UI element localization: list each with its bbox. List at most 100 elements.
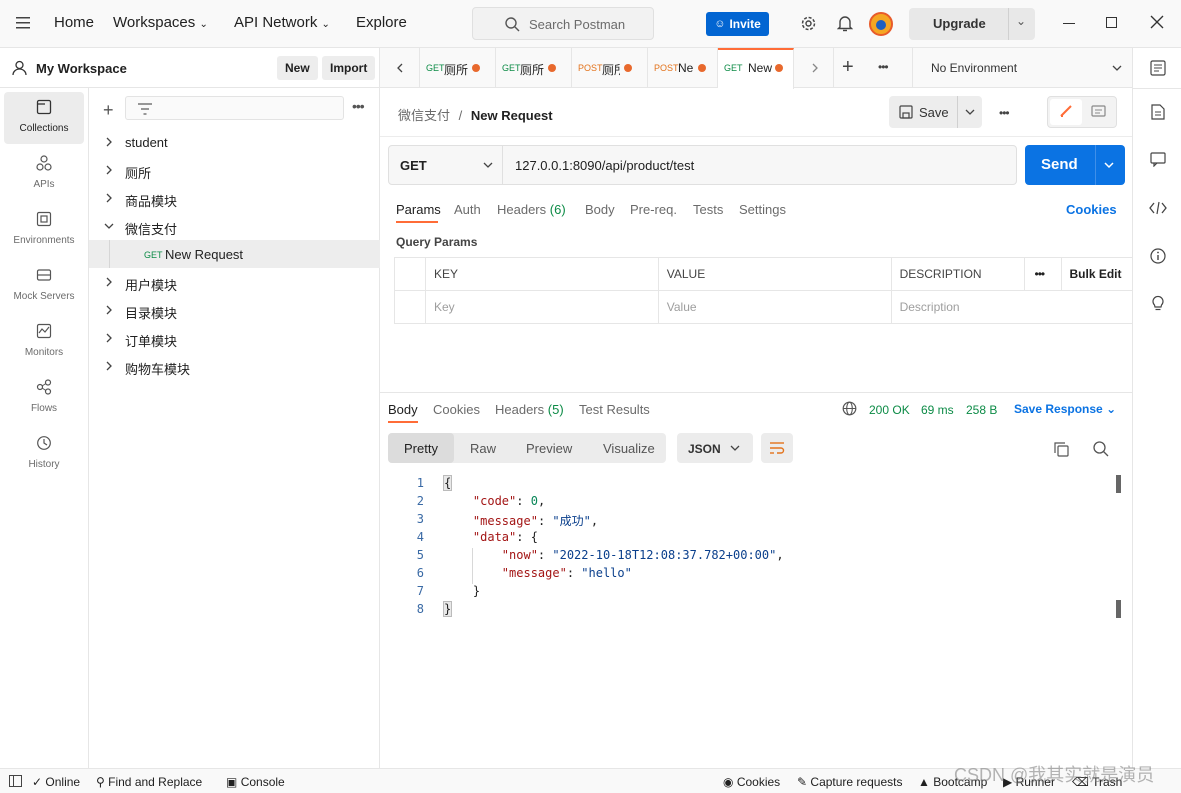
- environment-quick-look-icon[interactable]: [1150, 60, 1166, 76]
- nav-workspaces[interactable]: Workspaces ⌄: [113, 14, 208, 31]
- search-icon[interactable]: [1093, 441, 1109, 457]
- more-options-icon[interactable]: •••: [352, 98, 365, 114]
- import-button[interactable]: Import: [322, 56, 376, 80]
- value-input[interactable]: Value: [657, 290, 892, 324]
- close-icon[interactable]: [1150, 15, 1164, 29]
- url-input[interactable]: 127.0.0.1:8090/api/product/test: [515, 158, 694, 173]
- response-time[interactable]: 69 ms: [921, 403, 954, 417]
- tab-tests[interactable]: Tests: [693, 202, 723, 217]
- tree-item-order[interactable]: 订单模块: [89, 324, 380, 352]
- nav-home[interactable]: Home: [54, 14, 94, 31]
- tabs-more-icon[interactable]: •••: [878, 60, 889, 74]
- view-visualize-button[interactable]: Visualize: [603, 441, 655, 456]
- save-button[interactable]: Save: [889, 96, 957, 128]
- tab-request-4[interactable]: POST Ne: [648, 48, 718, 88]
- scrollbar-thumb[interactable]: [1116, 475, 1121, 493]
- copy-icon[interactable]: [1054, 442, 1069, 457]
- tab-request-2[interactable]: GET 厕所: [496, 48, 572, 88]
- tab-headers[interactable]: Headers (6): [497, 202, 566, 217]
- code-icon[interactable]: [1149, 201, 1167, 215]
- tree-item-goods[interactable]: 商品模块: [89, 184, 380, 212]
- tree-item-new-request[interactable]: GET New Request: [89, 240, 380, 268]
- tab-request-5[interactable]: GET New: [718, 48, 794, 89]
- chevron-down-icon[interactable]: ⌄: [1016, 14, 1026, 28]
- response-tab-test-results[interactable]: Test Results: [579, 402, 650, 417]
- tab-request-3[interactable]: POST 厕所: [572, 48, 648, 88]
- documentation-icon[interactable]: [1151, 104, 1165, 120]
- rail-apis[interactable]: APIs: [4, 148, 84, 200]
- tabs-scroll-right-icon[interactable]: [794, 48, 834, 88]
- status-code[interactable]: 200 OK: [869, 403, 910, 417]
- format-select[interactable]: JSON: [677, 433, 753, 463]
- cookies-link[interactable]: Cookies: [1066, 202, 1117, 217]
- tab-auth[interactable]: Auth: [454, 202, 481, 217]
- toggle-sidebar-icon[interactable]: [9, 775, 22, 787]
- response-size[interactable]: 258 B: [966, 403, 997, 417]
- key-input[interactable]: Key: [424, 290, 659, 324]
- minimize-icon[interactable]: [1063, 23, 1075, 24]
- rail-monitors[interactable]: Monitors: [4, 316, 84, 368]
- tree-item-catalog[interactable]: 目录模块: [89, 296, 380, 324]
- comment-icon[interactable]: [1091, 105, 1106, 119]
- environment-select[interactable]: No Environment: [912, 48, 1132, 88]
- menu-icon[interactable]: [16, 17, 30, 29]
- tabs-scroll-left-icon[interactable]: [380, 48, 420, 88]
- response-tab-cookies[interactable]: Cookies: [433, 402, 480, 417]
- request-more-icon[interactable]: •••: [999, 106, 1010, 120]
- search-box[interactable]: Search Postman: [472, 7, 654, 40]
- column-options-icon[interactable]: •••: [1023, 257, 1062, 291]
- tree-item-cesuo[interactable]: 厕所: [89, 156, 380, 184]
- find-replace-button[interactable]: ⚲ Find and Replace: [96, 775, 202, 789]
- gear-icon[interactable]: [800, 15, 817, 32]
- send-button[interactable]: Send: [1041, 156, 1078, 173]
- filter-input[interactable]: [125, 96, 344, 120]
- rail-history[interactable]: History: [4, 428, 84, 480]
- nav-api-network[interactable]: API Network ⌄: [234, 14, 330, 31]
- console-button[interactable]: ▣ Console: [226, 775, 285, 789]
- lightbulb-icon[interactable]: [1151, 295, 1165, 312]
- avatar[interactable]: [869, 12, 893, 36]
- view-pretty-button[interactable]: Pretty: [388, 433, 454, 463]
- response-tab-headers[interactable]: Headers (5): [495, 402, 564, 417]
- invite-button[interactable]: ☺ Invite: [706, 12, 769, 36]
- tab-params[interactable]: Params: [396, 202, 441, 217]
- maximize-icon[interactable]: [1106, 17, 1117, 28]
- view-raw-button[interactable]: Raw: [470, 441, 496, 456]
- response-tab-body[interactable]: Body: [388, 402, 418, 417]
- tree-item-cart[interactable]: 购物车模块: [89, 352, 380, 380]
- cookies-button[interactable]: ◉ Cookies: [723, 775, 780, 789]
- tree-item-wechat-pay[interactable]: 微信支付: [89, 212, 380, 240]
- wrap-lines-icon[interactable]: [761, 433, 793, 463]
- new-button[interactable]: New: [277, 56, 318, 80]
- tab-request-1[interactable]: GET 厕所: [420, 48, 496, 88]
- rail-mock-servers[interactable]: Mock Servers: [4, 260, 84, 312]
- tab-body[interactable]: Body: [585, 202, 615, 217]
- description-input[interactable]: Description: [890, 290, 1132, 324]
- bell-icon[interactable]: [837, 15, 853, 32]
- globe-icon[interactable]: [842, 401, 857, 416]
- nav-explore[interactable]: Explore: [356, 14, 407, 31]
- chevron-down-icon[interactable]: [965, 109, 975, 116]
- bulk-edit-button[interactable]: Bulk Edit: [1060, 257, 1132, 291]
- tree-item-user[interactable]: 用户模块: [89, 268, 380, 296]
- edit-icon[interactable]: [1050, 99, 1082, 125]
- method-select[interactable]: GET: [389, 146, 503, 184]
- rail-environments[interactable]: Environments: [4, 204, 84, 256]
- breadcrumb-parent[interactable]: 微信支付: [398, 108, 450, 123]
- tab-pre-request[interactable]: Pre-req.: [630, 202, 677, 217]
- tab-settings[interactable]: Settings: [739, 202, 786, 217]
- save-response-button[interactable]: Save Response ⌄: [1014, 402, 1116, 416]
- info-icon[interactable]: [1150, 248, 1166, 264]
- upgrade-button[interactable]: Upgrade ⌄: [909, 8, 1035, 40]
- online-status[interactable]: ✓ Online: [32, 775, 80, 789]
- capture-requests-button[interactable]: ✎ Capture requests: [797, 775, 902, 789]
- chevron-down-icon[interactable]: [1104, 162, 1114, 169]
- request-name[interactable]: New Request: [471, 108, 553, 123]
- rail-collections[interactable]: Collections: [4, 92, 84, 144]
- comment-icon[interactable]: [1150, 152, 1166, 167]
- new-tab-icon[interactable]: +: [842, 56, 854, 79]
- view-preview-button[interactable]: Preview: [526, 441, 572, 456]
- tree-item-student[interactable]: student: [89, 128, 380, 156]
- rail-flows[interactable]: Flows: [4, 372, 84, 424]
- add-collection-icon[interactable]: +: [103, 100, 114, 121]
